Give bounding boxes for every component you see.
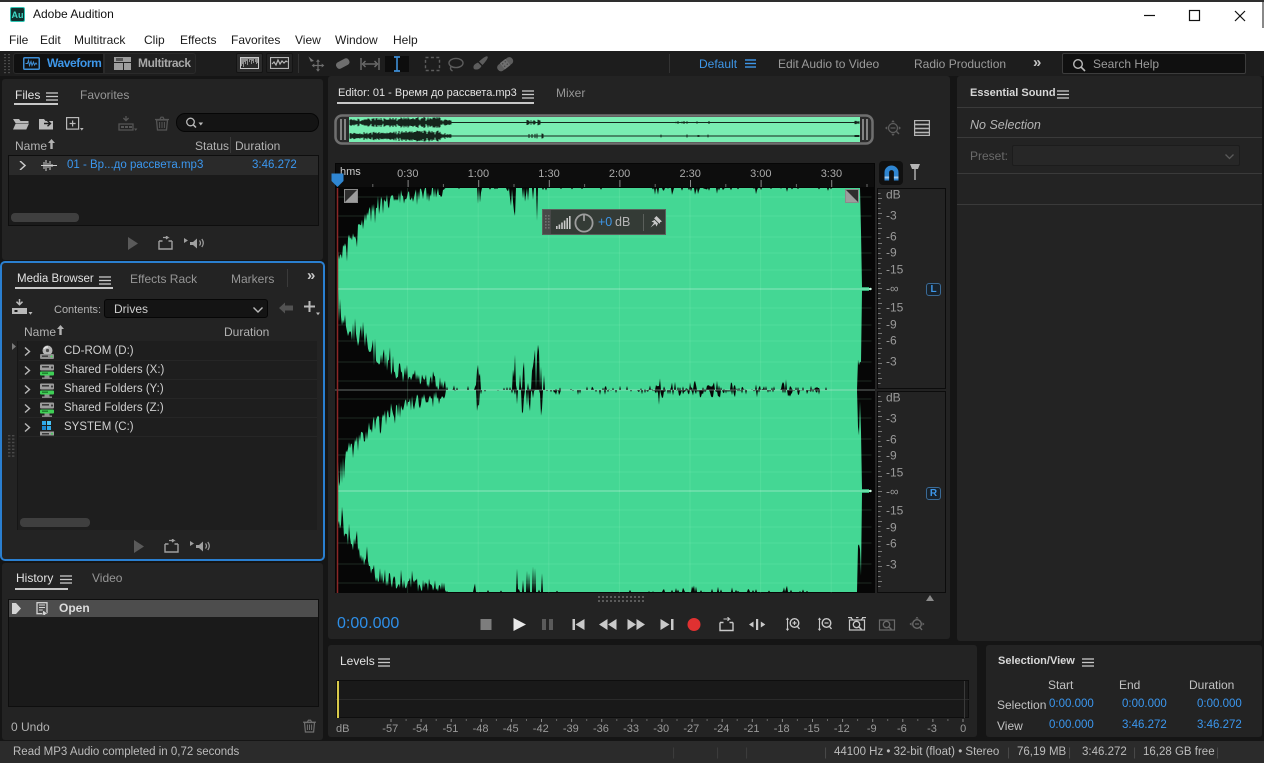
svg-text:dB: dB <box>336 723 349 735</box>
svg-text:-9: -9 <box>886 246 897 260</box>
svg-text:3:00: 3:00 <box>750 168 771 180</box>
svg-text:-3: -3 <box>886 355 897 369</box>
svg-text:-15: -15 <box>886 466 904 480</box>
svg-text:-3: -3 <box>886 412 897 426</box>
svg-text:-51: -51 <box>443 723 459 735</box>
svg-text:-27: -27 <box>683 723 699 735</box>
svg-text:-9: -9 <box>886 521 897 535</box>
svg-text:2:00: 2:00 <box>609 168 630 180</box>
svg-text:-45: -45 <box>503 723 519 735</box>
svg-text:-3: -3 <box>886 209 897 223</box>
svg-text:-21: -21 <box>744 723 760 735</box>
svg-text:-9: -9 <box>867 723 877 735</box>
svg-text:-15: -15 <box>886 301 904 315</box>
svg-text:-42: -42 <box>533 723 549 735</box>
svg-text:-6: -6 <box>886 230 897 244</box>
svg-text:-9: -9 <box>886 318 897 332</box>
svg-text:-48: -48 <box>473 723 489 735</box>
svg-text:1:00: 1:00 <box>468 168 489 180</box>
svg-text:-∞: -∞ <box>886 282 899 296</box>
svg-text:dB: dB <box>886 392 901 405</box>
svg-text:dB: dB <box>886 189 901 202</box>
svg-text:-24: -24 <box>714 723 730 735</box>
svg-text:-3: -3 <box>927 723 937 735</box>
svg-text:-54: -54 <box>412 723 428 735</box>
svg-text:-36: -36 <box>593 723 609 735</box>
svg-text:-33: -33 <box>623 723 639 735</box>
svg-text:-39: -39 <box>563 723 579 735</box>
svg-text:-9: -9 <box>886 449 897 463</box>
svg-text:-30: -30 <box>653 723 669 735</box>
svg-text:1:30: 1:30 <box>538 168 559 180</box>
svg-text:-3: -3 <box>886 558 897 572</box>
svg-text:0: 0 <box>960 723 966 735</box>
svg-text:0:30: 0:30 <box>397 168 418 180</box>
svg-text:-6: -6 <box>897 723 907 735</box>
svg-text:-18: -18 <box>774 723 790 735</box>
svg-text:-57: -57 <box>382 723 398 735</box>
svg-text:-6: -6 <box>886 537 897 551</box>
svg-text:-6: -6 <box>886 334 897 348</box>
svg-text:-12: -12 <box>834 723 850 735</box>
svg-text:-15: -15 <box>804 723 820 735</box>
svg-text:2:30: 2:30 <box>680 168 701 180</box>
svg-text:3:30: 3:30 <box>821 168 842 180</box>
svg-text:-15: -15 <box>886 263 904 277</box>
svg-text:-6: -6 <box>886 433 897 447</box>
svg-text:-∞: -∞ <box>886 485 899 499</box>
svg-text:-15: -15 <box>886 504 904 518</box>
